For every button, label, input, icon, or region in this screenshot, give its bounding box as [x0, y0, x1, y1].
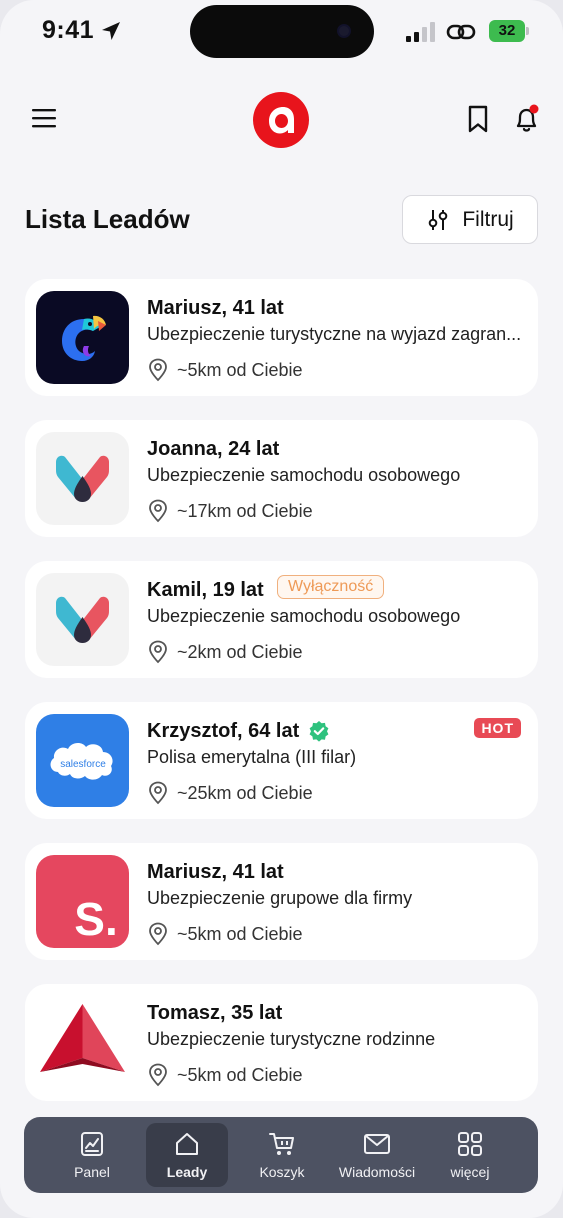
location-pin-icon [149, 781, 167, 805]
location-pin-icon [149, 640, 167, 664]
lead-description: Ubezpieczenie grupowe dla firmy [147, 888, 413, 908]
lead-name: Krzysztof, 64 lat [147, 720, 300, 742]
lead-distance-row: ~25km od Ciebie [147, 781, 313, 805]
phone-screen: 9:41 32 Lista Leadów Filtruj Mariusz, 41… [0, 0, 563, 1218]
logo-a-icon [269, 107, 294, 134]
lead-distance-row: ~17km od Ciebie [147, 499, 313, 523]
grid-icon [458, 1132, 482, 1156]
verified-icon [309, 721, 329, 742]
lead-description: Polisa emerytalna (III filar) [147, 747, 357, 767]
notification-dot [529, 104, 539, 114]
filter-button[interactable]: Filtruj [402, 195, 538, 244]
lead-card[interactable]: salesforce Krzysztof, 64 lat HOT Polisa … [25, 702, 538, 819]
page-title: Lista Leadów [25, 204, 190, 234]
location-pin-icon [149, 358, 167, 382]
lead-card[interactable]: Joanna, 24 lat Ubezpieczenie samochodu o… [25, 420, 538, 537]
nav-wiadomosci[interactable]: Wiadomości [336, 1123, 418, 1187]
mail-icon [364, 1134, 390, 1154]
lead-card[interactable]: Kamil, 19 lat Wyłączność Ubezpieczenie s… [25, 561, 538, 678]
location-arrow-icon [102, 22, 120, 40]
lead-distance: ~5km od Ciebie [177, 359, 303, 380]
status-time: 9:41 [42, 16, 95, 44]
lead-name: Kamil, 19 lat [147, 579, 264, 601]
battery-indicator: 32 [489, 20, 529, 42]
nav-leady[interactable]: Leady [146, 1123, 228, 1187]
lead-description: Ubezpieczenie samochodu osobowego [147, 465, 461, 485]
link-icon [446, 24, 476, 40]
nav-koszyk[interactable]: Koszyk [241, 1123, 323, 1187]
lead-name: Tomasz, 35 lat [147, 1002, 283, 1024]
camera-icon [337, 24, 351, 38]
location-pin-icon [149, 1063, 167, 1087]
lead-distance: ~25km od Ciebie [177, 782, 313, 803]
lead-card[interactable]: Mariusz, 41 lat Ubezpieczenie turystyczn… [25, 279, 538, 396]
lead-distance: ~17km od Ciebie [177, 500, 313, 521]
nav-label: więcej [450, 1164, 490, 1180]
lead-name: Mariusz, 41 lat [147, 861, 284, 883]
nav-label: Panel [74, 1164, 110, 1180]
nav-wiecej[interactable]: więcej [429, 1123, 511, 1187]
exclusive-badge: Wyłączność [277, 575, 385, 599]
lead-description: Ubezpieczenie turystyczne rodzinne [147, 1029, 436, 1049]
battery-level: 32 [489, 20, 525, 42]
sliders-icon [429, 209, 448, 230]
bell-icon[interactable] [512, 104, 542, 134]
cart-icon [269, 1133, 294, 1155]
lead-name: Joanna, 24 lat [147, 438, 280, 460]
chart-icon [81, 1132, 103, 1156]
lead-distance-row: ~2km od Ciebie [147, 640, 303, 664]
hamburger-icon[interactable] [31, 106, 57, 130]
salesforce-logo: salesforce [36, 714, 129, 807]
signal-icon [406, 22, 435, 42]
s-logo: S. [36, 855, 129, 948]
location-pin-icon [149, 499, 167, 523]
bottom-nav: Panel Leady Koszyk Wiadomości więcej [24, 1117, 538, 1193]
m-logo [36, 432, 129, 525]
bookmark-icon[interactable] [465, 105, 491, 133]
nav-label: Wiadomości [338, 1164, 416, 1180]
m-logo [36, 573, 129, 666]
lead-distance-row: ~5km od Ciebie [147, 1063, 303, 1087]
nav-label: Koszyk [259, 1164, 305, 1180]
lead-distance: ~2km od Ciebie [177, 641, 303, 662]
filter-label: Filtruj [462, 207, 514, 231]
hot-badge: HOT [474, 718, 521, 738]
nav-panel[interactable]: Panel [51, 1123, 133, 1187]
chameleon-logo [36, 291, 129, 384]
lead-distance: ~5km od Ciebie [177, 1064, 303, 1085]
lead-description: Ubezpieczenie turystyczne na wyjazd zagr… [147, 324, 522, 344]
lead-description: Ubezpieczenie samochodu osobowego [147, 606, 461, 626]
nav-label: Leady [166, 1164, 208, 1180]
lead-card[interactable]: Tomasz, 35 lat Ubezpieczenie turystyczne… [25, 984, 538, 1101]
location-pin-icon [149, 922, 167, 946]
lead-card[interactable]: S. Mariusz, 41 lat Ubezpieczenie grupowe… [25, 843, 538, 960]
delta-logo [36, 996, 129, 1089]
lead-distance-row: ~5km od Ciebie [147, 922, 303, 946]
s-logo-text: S. [74, 893, 117, 945]
lead-distance-row: ~5km od Ciebie [147, 358, 303, 382]
app-logo[interactable] [253, 92, 309, 148]
home-icon [176, 1133, 198, 1155]
lead-distance: ~5km od Ciebie [177, 923, 303, 944]
lead-name: Mariusz, 41 lat [147, 297, 284, 319]
salesforce-logo-text: salesforce [60, 759, 106, 770]
